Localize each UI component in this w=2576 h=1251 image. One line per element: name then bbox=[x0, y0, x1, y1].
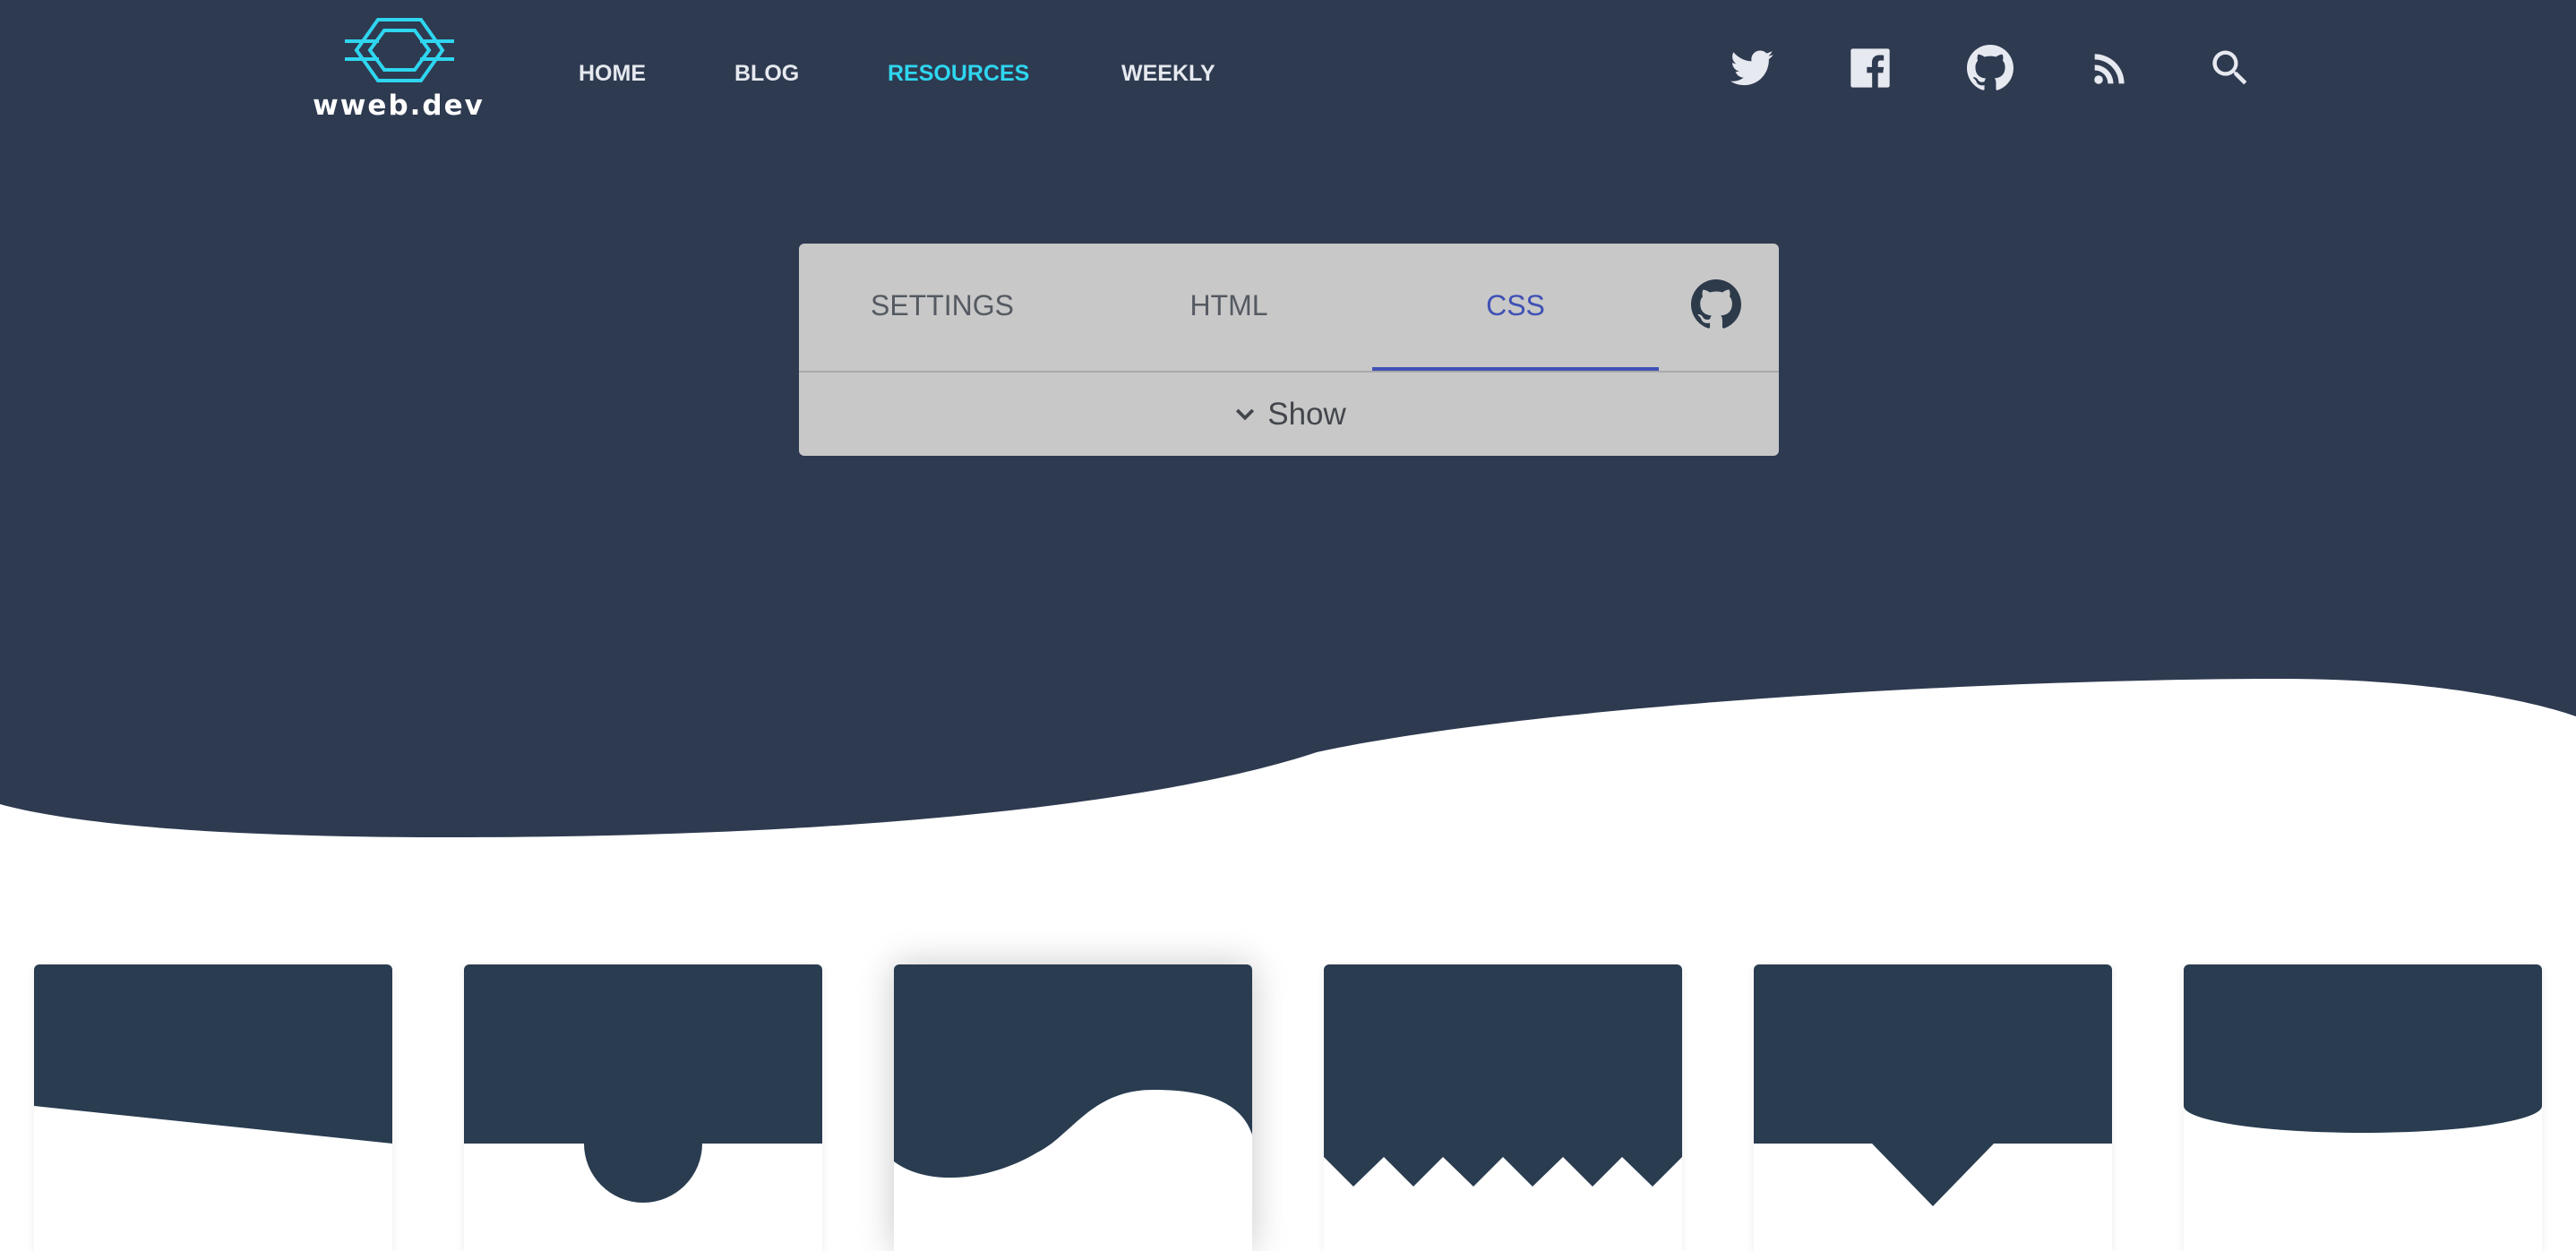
show-button[interactable]: Show bbox=[799, 373, 1779, 456]
panel-github-icon[interactable] bbox=[1691, 279, 1748, 337]
nav-blog[interactable]: BLOG bbox=[734, 61, 799, 87]
chevron-down-icon bbox=[1236, 408, 1255, 420]
hexagon-circuit-logo-icon bbox=[345, 18, 454, 82]
logo-text: wweb.dev bbox=[313, 90, 485, 122]
nav-home[interactable]: HOME bbox=[579, 61, 646, 87]
site-logo[interactable]: wweb.dev bbox=[309, 16, 488, 124]
rss-icon[interactable] bbox=[2087, 45, 2134, 91]
shape-card-wave[interactable] bbox=[894, 964, 1252, 1251]
tab-settings[interactable]: SETTINGS bbox=[799, 244, 1086, 371]
twitter-icon[interactable] bbox=[1729, 45, 1775, 91]
shape-card-ellipse[interactable] bbox=[2184, 964, 2542, 1251]
shape-card-circle[interactable] bbox=[464, 964, 822, 1251]
facebook-icon[interactable] bbox=[1847, 45, 1893, 91]
nav-weekly[interactable]: WEEKLY bbox=[1121, 61, 1215, 87]
show-label: Show bbox=[1267, 396, 1346, 432]
search-icon[interactable] bbox=[2207, 45, 2254, 91]
shape-card-slant[interactable] bbox=[34, 964, 392, 1251]
nav-resources[interactable]: RESOURCES bbox=[888, 61, 1029, 87]
code-panel: SETTINGS HTML CSS Show bbox=[799, 244, 1779, 456]
github-icon[interactable] bbox=[1967, 45, 2014, 91]
tab-css[interactable]: CSS bbox=[1372, 244, 1659, 371]
shape-card-triangle[interactable] bbox=[1754, 964, 2112, 1251]
panel-tabs: SETTINGS HTML CSS bbox=[799, 244, 1779, 371]
shape-card-zigzag[interactable] bbox=[1324, 964, 1682, 1251]
tab-html[interactable]: HTML bbox=[1086, 244, 1372, 371]
